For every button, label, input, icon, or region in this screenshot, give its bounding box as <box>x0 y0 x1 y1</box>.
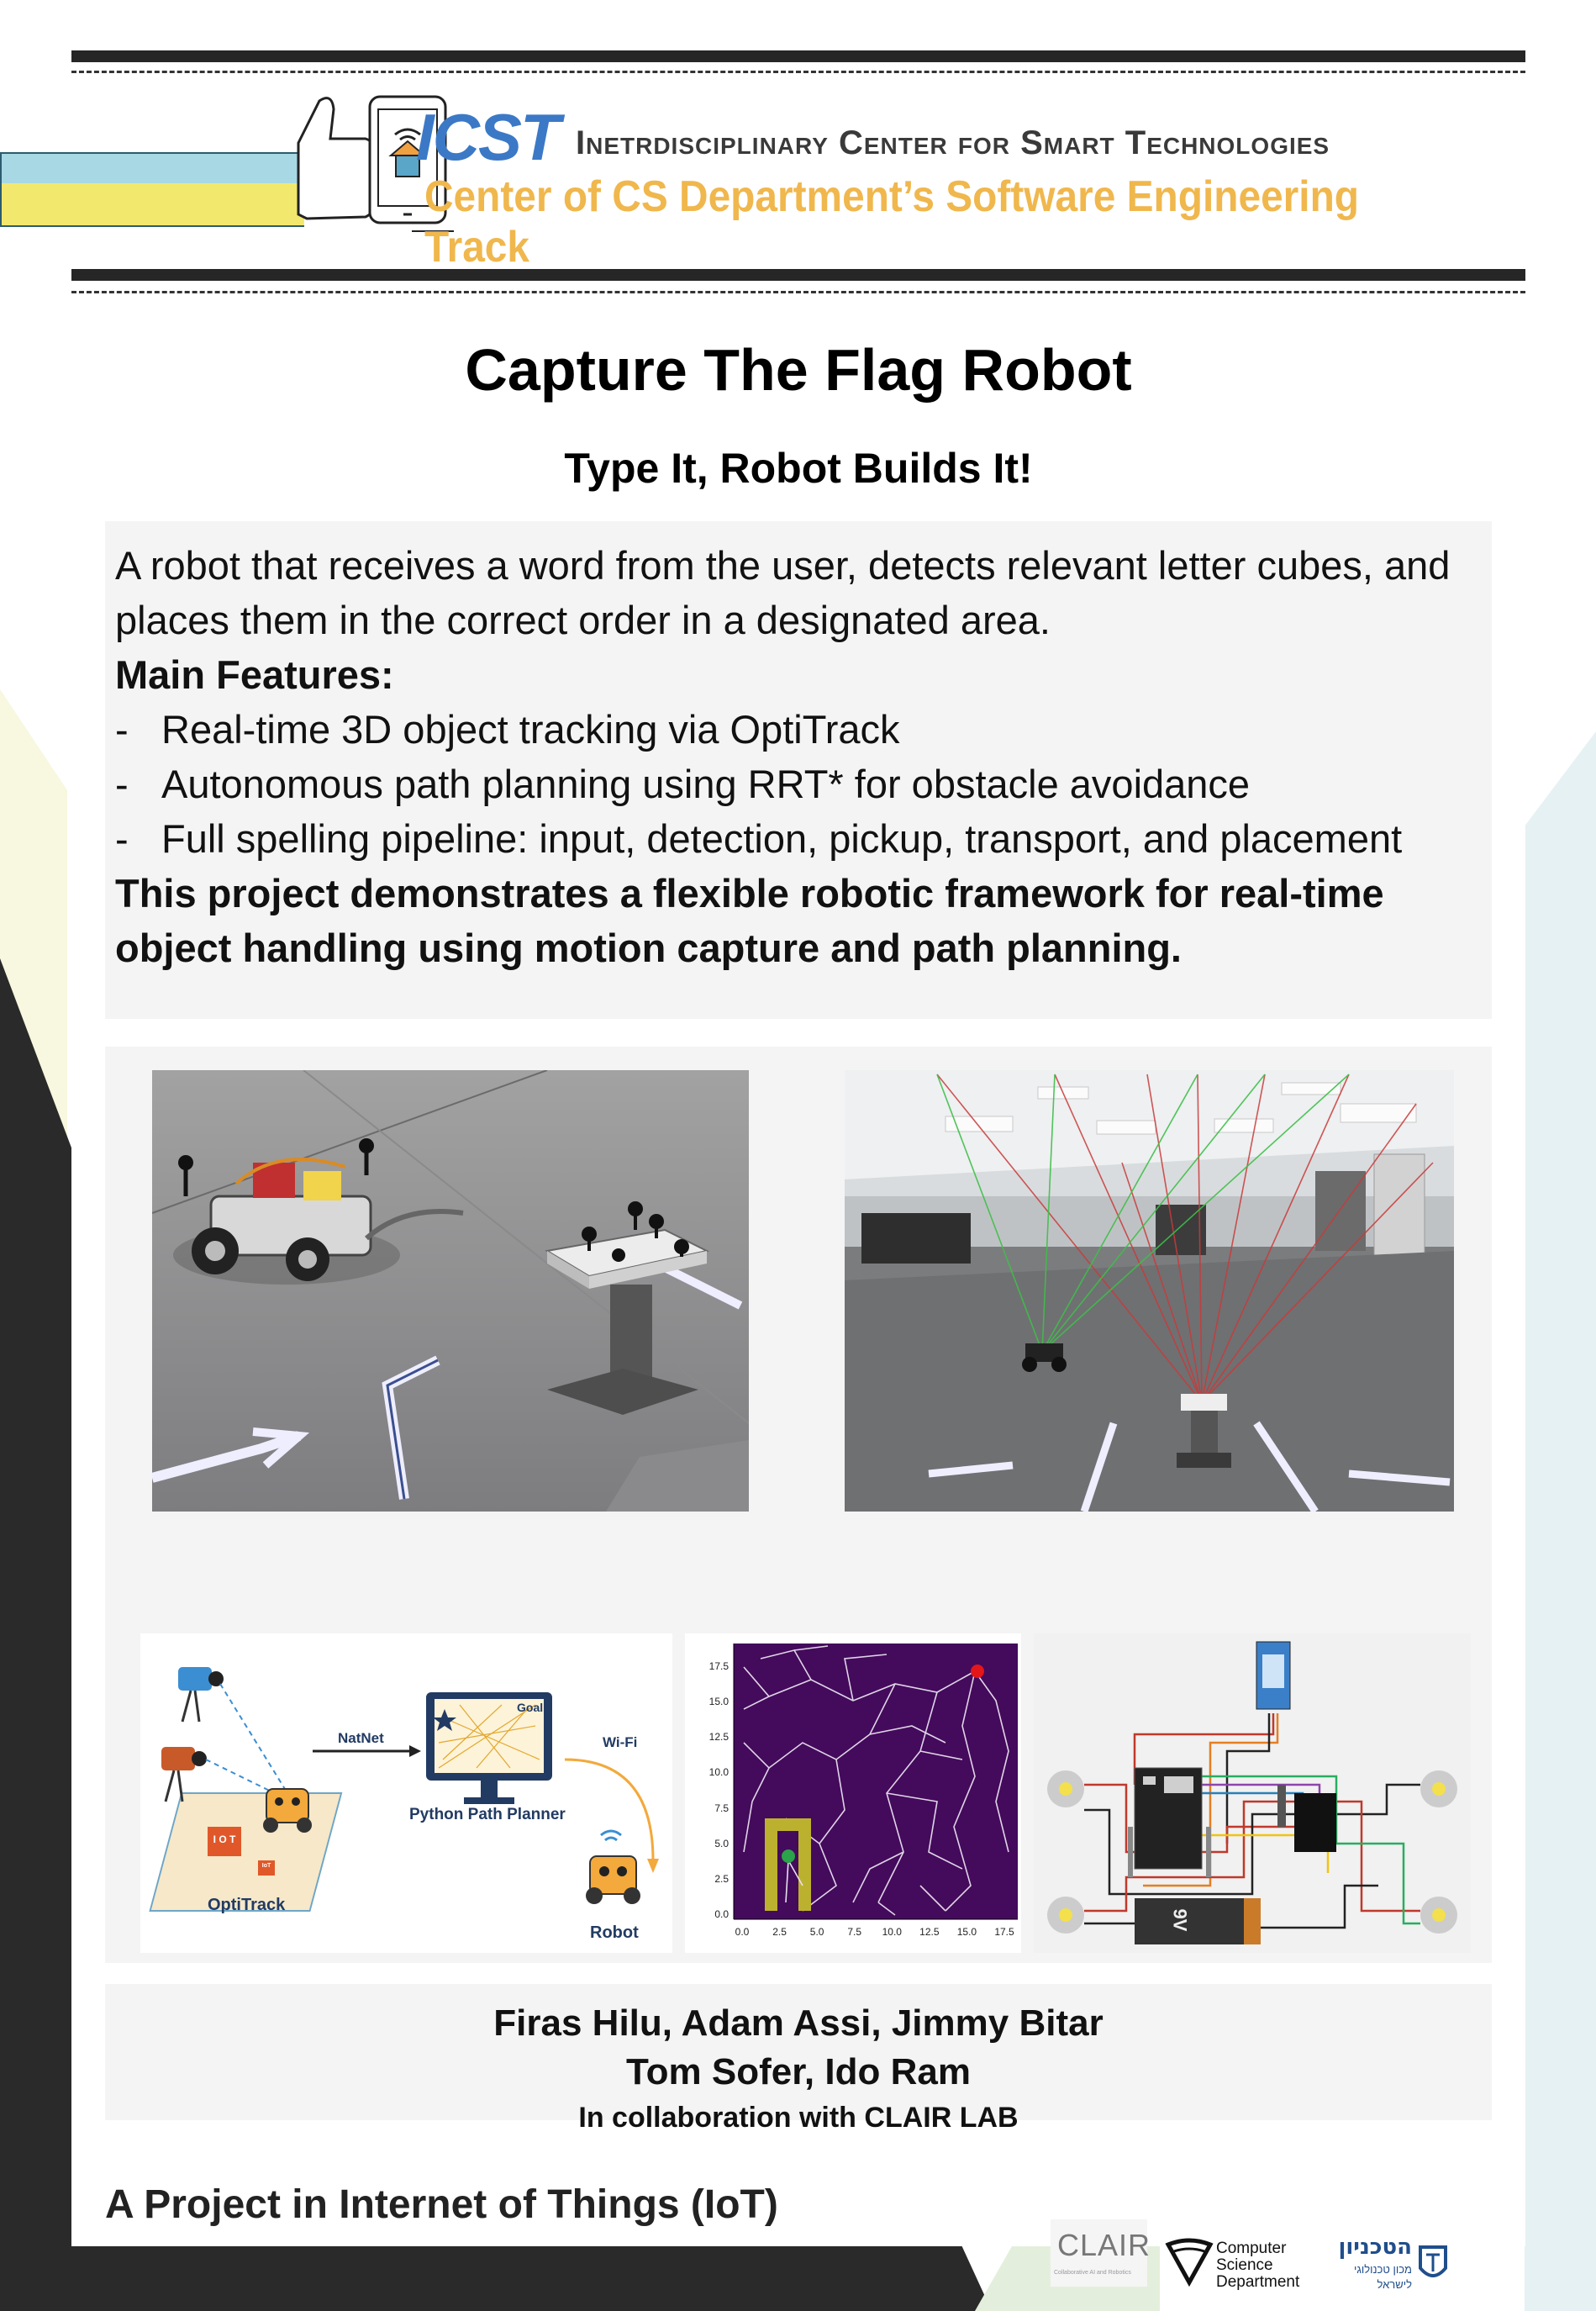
authors-panel: Firas Hilu, Adam Assi, Jimmy Bitar Tom S… <box>105 1984 1492 2134</box>
rrt-x-tick-label: 2.5 <box>772 1926 787 1938</box>
rrt-x-tick-label: 0.0 <box>735 1926 750 1938</box>
rrt-y-tick-label: 7.5 <box>714 1802 729 1814</box>
rrt-y-tick-label: 10.0 <box>708 1766 729 1779</box>
authors-line-2: Tom Sofer, Ido Ram <box>626 2051 971 2092</box>
rrt-plot: 17.5 15.0 12.5 10.0 7.5 5.0 2.5 0.0 0.0 2.5 5.0 7.… <box>685 1633 1021 1953</box>
lab-tracking-photo <box>845 1070 1454 1512</box>
description-conclusion: This project demonstrates a flexible rob… <box>115 871 1384 970</box>
header-top-bar <box>71 50 1525 62</box>
poster: ICST Inetrdisciplinary Center for Smart … <box>0 0 1525 2246</box>
rrt-x-tick-label: 17.5 <box>994 1926 1014 1938</box>
natnet-label: NatNet <box>338 1730 384 1746</box>
icst-logo: ICST <box>416 100 561 174</box>
decor-dark-left <box>0 958 71 2311</box>
rrt-y-tick-label: 2.5 <box>714 1872 729 1885</box>
architecture-diagram: I O T IoT NatNet Wi-Fi Goal Python Path … <box>140 1633 672 1953</box>
clair-logo: CLAIR Collaborative AI and Robotics <box>1051 2219 1150 2287</box>
cube-label: IoT <box>261 1863 271 1869</box>
camera-icon <box>178 1667 224 1723</box>
cube-label: I O T <box>213 1833 236 1845</box>
circuit-diagram: 9V <box>1034 1633 1471 1953</box>
feature-item: - Full spelling pipeline: input, detectio… <box>115 816 1403 861</box>
rrt-y-tick-label: 15.0 <box>708 1696 729 1708</box>
features-heading: Main Features: <box>115 652 394 697</box>
technion-emblem-icon <box>1419 2245 1447 2277</box>
rrt-x-tick-label: 7.5 <box>847 1926 862 1938</box>
decor-dark-bottom <box>0 2246 992 2311</box>
header-subtitle: Center of CS Department’s Software Engin… <box>424 172 1360 272</box>
feature-item: - Autonomous path planning using RRT* for… <box>115 762 1251 806</box>
rrt-y-tick-label: 0.0 <box>714 1908 729 1920</box>
header-title: Inetrdisciplinary Center for Smart Techn… <box>576 124 1330 161</box>
wifi-label: Wi-Fi <box>603 1734 638 1750</box>
header-top-dash <box>71 71 1525 73</box>
robot-label: Robot <box>590 1923 639 1942</box>
rrt-x-tick-label: 15.0 <box>956 1926 977 1938</box>
header-bottom-dash <box>71 291 1525 293</box>
description-panel: A robot that receives a word from the us… <box>105 521 1492 1019</box>
rrt-x-tick-label: 12.5 <box>919 1926 940 1938</box>
media-panel: I O T IoT NatNet Wi-Fi Goal Python Path … <box>105 1047 1492 1963</box>
cs-department-logo: Computer Science Department <box>1164 2236 1332 2295</box>
poster-subtitle: Type It, Robot Builds It! <box>564 445 1033 492</box>
battery-label: 9V <box>1169 1908 1191 1932</box>
rrt-y-tick-label: 17.5 <box>708 1660 729 1672</box>
wifi-icon <box>600 1829 622 1842</box>
rrt-x-tick-label: 5.0 <box>809 1926 824 1938</box>
optitrack-label: OptiTrack <box>208 1896 286 1914</box>
description-intro: A robot that receives a word from the us… <box>115 543 1451 642</box>
robot-photo <box>152 1070 749 1512</box>
authors-line-1: Firas Hilu, Adam Assi, Jimmy Bitar <box>493 2002 1104 2044</box>
collaboration-note: In collaboration with CLAIR LAB <box>578 2102 1019 2134</box>
rrt-y-tick-label: 12.5 <box>708 1731 729 1744</box>
planner-label: Python Path Planner <box>409 1806 566 1823</box>
rrt-x-tick-label: 10.0 <box>882 1926 902 1938</box>
feature-item: - Real-time 3D object tracking via OptiTr… <box>115 707 900 752</box>
rrt-y-tick-label: 5.0 <box>714 1837 729 1849</box>
poster-title: Capture The Flag Robot <box>465 337 1132 403</box>
robot-icon <box>586 1855 640 1904</box>
technion-logo: הטכניון מכון טכנולוגי לישראל <box>1332 2234 1450 2295</box>
goal-label: Goal <box>517 1701 544 1714</box>
cs-swoosh-icon <box>1165 2238 1214 2287</box>
footer-text: A Project in Internet of Things (IoT) <box>105 2182 778 2227</box>
decor-light-right <box>1525 731 1596 2311</box>
